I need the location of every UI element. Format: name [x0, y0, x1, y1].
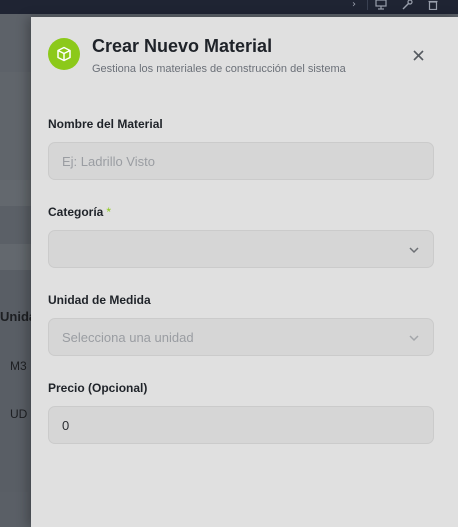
bg-table-cell: M3: [10, 359, 27, 373]
wrench-icon[interactable]: [401, 0, 413, 10]
bg-header-band: [0, 14, 31, 72]
bg-table: [0, 270, 31, 492]
modal-title: Crear Nuevo Material: [92, 36, 273, 56]
chevron-down-icon: [409, 335, 419, 342]
monitor-icon[interactable]: [375, 0, 387, 10]
toolbar-divider: [367, 0, 368, 10]
name-label: Nombre del Material: [48, 117, 163, 131]
bg-band: [0, 244, 31, 270]
material-name-input[interactable]: Ej: Ladrillo Visto: [48, 142, 434, 180]
category-select[interactable]: [48, 230, 434, 268]
unit-placeholder: Selecciona una unidad: [62, 330, 194, 345]
bg-band: [0, 180, 31, 206]
close-button[interactable]: [408, 45, 428, 65]
chevron-down-icon: [409, 247, 419, 254]
unit-select[interactable]: Selecciona una unidad: [48, 318, 434, 356]
bg-band: [0, 206, 31, 244]
category-label-text: Categoría: [48, 205, 104, 219]
price-value: 0: [62, 418, 70, 433]
close-icon: [412, 49, 424, 61]
app-topbar: ›: [0, 0, 458, 14]
chevron-right-icon[interactable]: ›: [352, 0, 356, 10]
bg-table-cell: UD: [10, 407, 28, 421]
price-label: Precio (Opcional): [48, 381, 148, 395]
unit-label: Unidad de Medida: [48, 293, 151, 307]
create-material-modal: Crear Nuevo Material Gestiona los materi…: [31, 17, 458, 527]
price-input[interactable]: 0: [48, 406, 434, 444]
box-icon: [48, 38, 80, 70]
category-label: Categoría *: [48, 205, 111, 219]
bg-band: [0, 72, 31, 180]
modal-subtitle: Gestiona los materiales de construcción …: [92, 63, 346, 75]
material-name-placeholder: Ej: Ladrillo Visto: [62, 154, 155, 169]
required-mark: *: [106, 205, 112, 219]
trash-icon[interactable]: [428, 0, 438, 11]
